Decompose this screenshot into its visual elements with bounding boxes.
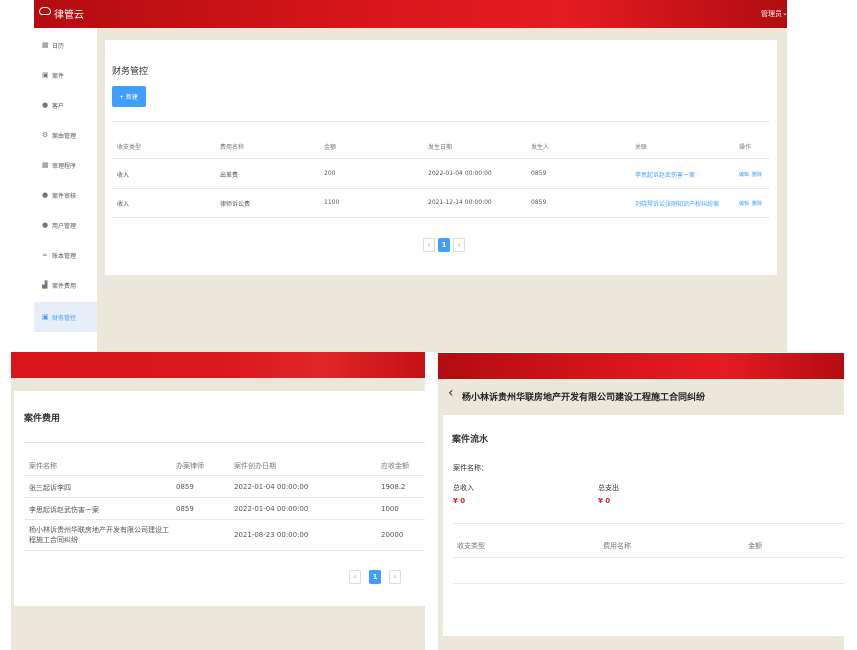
table-cell: 1908.2 <box>381 483 406 491</box>
detail-header: ‹ 杨小林诉贵州华联房地产开发有限公司建设工程施工合同纠纷 <box>438 379 844 413</box>
pagination-prev-button[interactable]: ‹ <box>349 570 361 584</box>
chart-icon: ▟ <box>42 281 48 289</box>
table-cell: 出差费 <box>220 172 239 179</box>
page-title: 案件费用 <box>24 414 61 424</box>
table-cell: 200 <box>324 170 336 177</box>
lock-icon: ▣ <box>42 71 49 79</box>
table-cell: 2022-01-04 00:00:00 <box>234 483 309 491</box>
divider <box>112 121 770 122</box>
delete-link[interactable]: 删除 <box>752 200 762 207</box>
pagination-prev-button[interactable]: ‹ <box>423 238 435 252</box>
edit-link[interactable]: 编辑 <box>739 171 749 178</box>
lock-icon: ▣ <box>42 313 49 321</box>
top-header-bar: 律管云 管理员 ⌄ <box>34 0 787 28</box>
column-header: 关联 <box>635 144 648 151</box>
sidebar-item-user-management[interactable]: ● 用户管理 <box>34 210 97 240</box>
sidebar-item-finance-control[interactable]: ▣ 财务管控 <box>34 302 97 332</box>
user-icon: ● <box>42 191 49 199</box>
table-cell: 20000 <box>381 531 404 539</box>
column-header: 费用名称 <box>220 144 245 151</box>
table-cell: 李思起诉赵武伤害一案 <box>29 506 99 514</box>
user-icon: ● <box>42 221 49 229</box>
edit-link[interactable]: 编辑 <box>739 200 749 207</box>
grid-icon: ▦ <box>42 41 49 49</box>
app-logo-text: 律管云 <box>54 10 84 21</box>
column-header: 费用名称 <box>603 542 631 550</box>
table-cell: 0859 <box>531 170 547 177</box>
table-cell: 收入 <box>117 172 130 179</box>
finance-card: 财务管控 + 新建 收支类型 费用名称 金额 发生日期 发生人 关联 操作 收入… <box>105 40 777 275</box>
top-header-bar <box>438 353 844 379</box>
sidebar-item-case-review[interactable]: ● 案件审核 <box>34 180 97 210</box>
pagination-current-page[interactable]: 1 <box>369 570 381 584</box>
sidebar-item-cause-management[interactable]: ⚙ 案由管理 <box>34 120 97 150</box>
total-income-label: 总收入 <box>453 484 474 492</box>
case-fees-card: 案件费用 案件名称 办案律师 案件创办日期 应收金额 张三起诉李四 0859 2… <box>14 391 425 606</box>
total-expense-label: 总支出 <box>598 484 619 492</box>
sidebar-item-clients[interactable]: ● 客户 <box>34 90 97 120</box>
table-cell: 2022-01-04 00:00:00 <box>428 170 492 177</box>
user-menu[interactable]: 管理员 <box>761 9 782 19</box>
table-cell: 2021-12-14 00:00:00 <box>428 199 492 206</box>
case-title: 杨小林诉贵州华联房地产开发有限公司建设工程施工合同纠纷 <box>462 393 706 403</box>
user-icon: ● <box>42 101 49 109</box>
sidebar-item-cases[interactable]: ▣ 案件 <box>34 60 97 90</box>
finance-screen: 律管云 管理员 ⌄ ▦ 日历 ▣ 案件 ● 客户 ⚙ 案由管理 ▦ 审理程序 ● 案件审核 … <box>34 0 787 352</box>
sidebar-item-calendar[interactable]: ▦ 日历 <box>34 30 97 60</box>
link-icon: ∞ <box>42 251 48 259</box>
sidebar-item-trial-procedure[interactable]: ▦ 审理程序 <box>34 150 97 180</box>
table-cell: 收入 <box>117 201 130 208</box>
delete-link[interactable]: 删除 <box>752 171 762 178</box>
table-cell: 0859 <box>176 483 194 491</box>
grid-icon: ▦ <box>42 161 49 169</box>
column-header: 收支类型 <box>457 542 485 550</box>
gear-icon: ⚙ <box>42 131 49 139</box>
column-header: 应收金额 <box>381 462 409 470</box>
section-title: 案件流水 <box>452 435 489 445</box>
case-link[interactable]: 刘晓琴诉讼张刚知识产权纠纷案 <box>635 199 719 208</box>
pagination-next-button[interactable]: › <box>453 238 465 252</box>
pagination-current-page[interactable]: 1 <box>438 238 450 252</box>
column-header: 金额 <box>324 144 337 151</box>
table-cell: 张三起诉李四 <box>29 484 71 492</box>
table-cell: 程施工合同纠纷 <box>29 536 78 544</box>
case-flow-screen: ‹ 杨小林诉贵州华联房地产开发有限公司建设工程施工合同纠纷 案件流水 案件名称：… <box>438 353 844 650</box>
back-icon[interactable]: ‹ <box>448 385 454 401</box>
sidebar: ▦ 日历 ▣ 案件 ● 客户 ⚙ 案由管理 ▦ 审理程序 ● 案件审核 ● 用户管理 ∞ 账本管… <box>34 28 97 352</box>
column-header: 发生日期 <box>428 144 453 151</box>
sidebar-item-ledger-management[interactable]: ∞ 账本管理 <box>34 240 97 270</box>
total-expense-value: ¥ 0 <box>598 497 611 505</box>
table-cell: 2022-01-04 00:00:00 <box>234 505 309 513</box>
table-cell: 0859 <box>176 505 194 513</box>
column-header: 金额 <box>748 542 762 550</box>
sidebar-item-case-fees[interactable]: ▟ 案件费用 <box>34 270 97 300</box>
table-cell: 1100 <box>324 199 340 206</box>
table-cell: 0859 <box>531 199 547 206</box>
top-header-bar <box>11 352 425 378</box>
column-header: 办案律师 <box>176 462 204 470</box>
case-link[interactable]: 李思起诉赵武伤害一案 <box>635 170 695 179</box>
table-cell: 律师诉讼费 <box>220 201 251 208</box>
page-title: 财务管控 <box>112 67 149 77</box>
column-header: 案件名称 <box>29 462 57 470</box>
column-header: 发生人 <box>531 144 550 151</box>
column-header: 收支类型 <box>117 144 142 151</box>
column-header: 操作 <box>739 144 752 151</box>
table-cell: 2021-08-23 00:00:00 <box>234 531 309 539</box>
total-income-value: ¥ 0 <box>453 497 466 505</box>
chevron-down-icon[interactable]: ⌄ <box>782 9 787 17</box>
case-fees-screen: 案件费用 案件名称 办案律师 案件创办日期 应收金额 张三起诉李四 0859 2… <box>11 352 425 650</box>
pagination-next-button[interactable]: › <box>389 570 401 584</box>
main-area: 财务管控 + 新建 收支类型 费用名称 金额 发生日期 发生人 关联 操作 收入… <box>97 28 787 352</box>
table-cell: 杨小林诉贵州华联房地产开发有限公司建设工 <box>29 526 169 534</box>
new-button[interactable]: + 新建 <box>112 86 146 107</box>
cloud-logo-icon <box>39 7 51 15</box>
table-cell: 1000 <box>381 505 399 513</box>
case-flow-card: 案件流水 案件名称： 总收入 ¥ 0 总支出 ¥ 0 收支类型 费用名称 金额 <box>443 415 844 636</box>
column-header: 案件创办日期 <box>234 462 276 470</box>
case-name-label: 案件名称： <box>453 464 488 472</box>
